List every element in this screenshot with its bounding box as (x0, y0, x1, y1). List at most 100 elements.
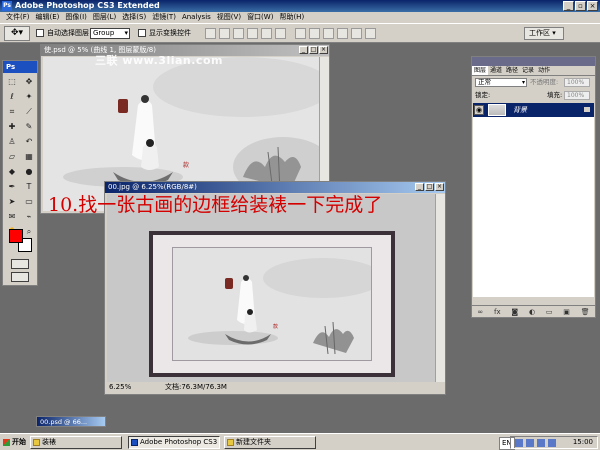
gradient-tool-icon[interactable]: ▦ (21, 150, 37, 164)
align-hcenter-icon[interactable] (261, 28, 272, 39)
menu-help[interactable]: 帮助(H) (276, 12, 307, 23)
blend-mode-dropdown[interactable]: 正常 (475, 78, 527, 87)
distribute-left-icon[interactable] (337, 28, 348, 39)
trash-icon[interactable]: 🗑 (581, 308, 590, 316)
security-icon[interactable] (537, 439, 545, 447)
close-button[interactable]: × (587, 1, 598, 11)
doc-close-button[interactable]: × (435, 183, 444, 191)
painting-frame: 款 (149, 231, 395, 377)
distribute-top-icon[interactable] (295, 28, 306, 39)
align-bottom-icon[interactable] (233, 28, 244, 39)
panel-header[interactable] (472, 57, 595, 66)
tab-actions[interactable]: 动作 (536, 66, 552, 75)
menu-view[interactable]: 视图(V) (214, 12, 244, 23)
title-bar: Ps Adobe Photoshop CS3 Extended _ ▫ × (0, 0, 600, 12)
taskbar-item-photoshop[interactable]: Adobe Photoshop CS3 E... (128, 436, 220, 449)
workspace-button[interactable]: 工作区 ▾ (524, 27, 564, 40)
path-selection-tool-icon[interactable]: ➤ (4, 195, 20, 209)
doc-minimize-button[interactable]: _ (299, 46, 308, 54)
clone-stamp-tool-icon[interactable]: ♙ (4, 135, 20, 149)
magic-wand-tool-icon[interactable]: ✦ (21, 90, 37, 104)
slice-tool-icon[interactable]: ⟋ (21, 105, 37, 119)
zoom-tool-icon[interactable]: ⌕ (21, 225, 37, 239)
restore-button[interactable]: ▫ (575, 1, 586, 11)
fill-field[interactable]: 100% (564, 91, 590, 100)
distribute-right-icon[interactable] (365, 28, 376, 39)
blur-tool-icon[interactable]: ◆ (4, 165, 20, 179)
document-canvas-area[interactable]: 款 (107, 194, 435, 382)
show-transform-checkbox[interactable] (138, 29, 146, 37)
eraser-tool-icon[interactable]: ▱ (4, 150, 20, 164)
menu-file[interactable]: 文件(F) (3, 12, 33, 23)
menu-select[interactable]: 选择(S) (119, 12, 149, 23)
move-tool-icon[interactable]: ✥ (21, 75, 37, 89)
adjustment-icon[interactable]: ◐ (529, 308, 535, 316)
doc-maximize-button[interactable]: □ (425, 183, 434, 191)
align-left-icon[interactable] (247, 28, 258, 39)
layer-thumbnail (488, 104, 506, 116)
menu-layer[interactable]: 图层(L) (90, 12, 119, 23)
menu-edit[interactable]: 编辑(E) (33, 12, 63, 23)
notes-tool-icon[interactable]: ✉ (4, 210, 20, 224)
screen-mode-icon[interactable] (11, 272, 29, 282)
shape-tool-icon[interactable]: ▭ (21, 195, 37, 209)
tray-app-icon[interactable] (548, 439, 556, 447)
opacity-field[interactable]: 100% (564, 78, 590, 87)
align-vcenter-icon[interactable] (219, 28, 230, 39)
minimized-document[interactable]: 00.psd @ 66... (36, 416, 106, 427)
auto-select-dropdown[interactable]: Group (90, 28, 130, 39)
volume-icon[interactable] (526, 439, 534, 447)
vertical-scrollbar[interactable] (435, 194, 445, 382)
menu-window[interactable]: 窗口(W) (244, 12, 276, 23)
tab-channels[interactable]: 通道 (488, 66, 504, 75)
minimize-button[interactable]: _ (563, 1, 574, 11)
tab-history[interactable]: 记录 (520, 66, 536, 75)
doc-maximize-button[interactable]: □ (309, 46, 318, 54)
mask-icon[interactable]: ◙ (511, 308, 518, 316)
menu-filter[interactable]: 滤镜(T) (149, 12, 179, 23)
align-top-icon[interactable] (205, 28, 216, 39)
layer-row-background[interactable]: ◉ 背景 (473, 103, 594, 117)
distribute-hcenter-icon[interactable] (351, 28, 362, 39)
brush-tool-icon[interactable]: ✎ (21, 120, 37, 134)
tab-paths[interactable]: 路径 (504, 66, 520, 75)
doc-minimize-button[interactable]: _ (415, 183, 424, 191)
foreground-color-swatch[interactable] (9, 229, 23, 243)
align-right-icon[interactable] (275, 28, 286, 39)
layers-list-empty-area[interactable] (473, 117, 594, 297)
zoom-level[interactable]: 6.25% (109, 382, 131, 392)
layer-name[interactable]: 背景 (513, 103, 527, 117)
show-transform-label: 显示变换控件 (149, 29, 191, 37)
eyedropper-tool-icon[interactable]: ⌁ (21, 210, 37, 224)
network-icon[interactable] (515, 439, 523, 447)
dodge-tool-icon[interactable]: ● (21, 165, 37, 179)
crop-tool-icon[interactable]: ⌗ (4, 105, 20, 119)
history-brush-tool-icon[interactable]: ↶ (21, 135, 37, 149)
type-tool-icon[interactable]: T (21, 180, 37, 194)
distribute-vcenter-icon[interactable] (309, 28, 320, 39)
healing-brush-tool-icon[interactable]: ✚ (4, 120, 20, 134)
auto-select-label: 自动选择图层 (47, 29, 89, 37)
eye-icon[interactable]: ◉ (474, 105, 484, 115)
pen-tool-icon[interactable]: ✒ (4, 180, 20, 194)
move-tool-icon[interactable]: ✥▾ (4, 26, 30, 41)
tab-layers[interactable]: 图层 (472, 66, 489, 75)
lasso-tool-icon[interactable]: ℓ (4, 90, 20, 104)
document-size-info[interactable]: 文档:76.3M/76.3M (165, 382, 227, 392)
taskbar-item-folder[interactable]: 装裱 (30, 436, 122, 449)
auto-select-checkbox[interactable] (36, 29, 44, 37)
menu-image[interactable]: 图像(I) (62, 12, 90, 23)
link-icon[interactable]: ∞ (477, 308, 483, 316)
marquee-tool-icon[interactable]: ⬚ (4, 75, 20, 89)
quick-mask-icon[interactable] (11, 259, 29, 269)
new-layer-icon[interactable]: ▣ (563, 308, 570, 316)
doc-close-button[interactable]: × (319, 46, 328, 54)
distribute-bottom-icon[interactable] (323, 28, 334, 39)
opacity-label: 不透明度: (530, 78, 559, 86)
clock[interactable]: 15:00 (573, 437, 593, 448)
framed-photo: 款 (172, 247, 372, 361)
folder-icon[interactable]: ▭ (546, 308, 553, 316)
taskbar-item-new-folder[interactable]: 新建文件夹 (224, 436, 316, 449)
menu-analysis[interactable]: Analysis (179, 12, 214, 23)
fx-icon[interactable]: fx (494, 308, 501, 316)
